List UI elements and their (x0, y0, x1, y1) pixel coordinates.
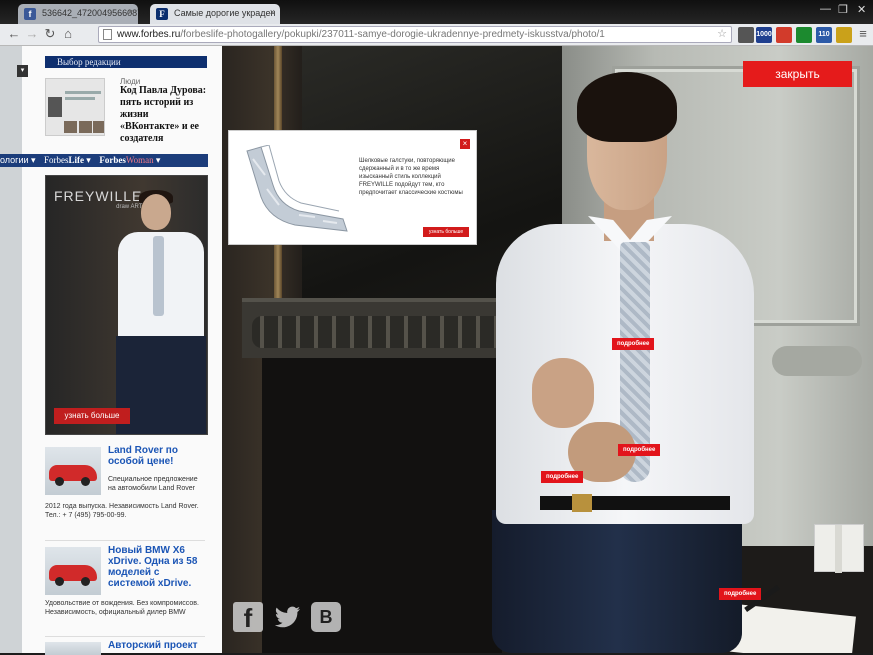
land-rover-promo[interactable]: Land Rover по особой цене! Специальное п… (45, 445, 208, 535)
dropdown-icon[interactable]: ▾ (17, 65, 28, 77)
promo-image (45, 642, 101, 655)
tab-label: 536642_4720049566087599 (42, 8, 138, 18)
page-icon (103, 29, 112, 40)
extension-icon[interactable]: 110 (816, 27, 832, 43)
nav-forbes-life[interactable]: ForbesLife ▾ (44, 155, 91, 165)
close-tab-icon[interactable]: × (128, 7, 133, 17)
forbes-icon: F (156, 8, 168, 20)
freywille-ad-banner[interactable]: FREYWILLE draw ART узнать больше (45, 175, 208, 435)
divider (45, 636, 205, 637)
silk-tie-image (246, 145, 348, 232)
home-icon[interactable]: ⌂ (60, 26, 76, 42)
facebook-icon: f (24, 8, 36, 20)
hotspot-pen-details[interactable]: подробнее (719, 588, 762, 600)
maximize-icon[interactable]: ❐ (838, 3, 848, 16)
extension-icon[interactable]: 1000 (756, 27, 772, 43)
divider (45, 540, 205, 541)
promo-title[interactable]: Авторский проект (108, 640, 208, 651)
promo-description: Удовольствие от вождения. Без компромисс… (45, 600, 199, 616)
url-path: /forbeslife-photogallery/pokupki/237011-… (180, 29, 605, 40)
tab-forbes[interactable]: F Самые дорогие украден × (150, 4, 280, 24)
hotspot-belt-details[interactable]: подробнее (541, 471, 584, 483)
browser-toolbar: ← → ↻ ⌂ www.forbes.ru/forbeslife-photoga… (0, 24, 873, 46)
page-edge (0, 46, 22, 653)
hotspot-tie-details[interactable]: подробнее (612, 338, 655, 350)
address-bar[interactable]: www.forbes.ru/forbeslife-photogallery/po… (98, 26, 732, 43)
tab-facebook-image[interactable]: f 536642_4720049566087599 × (18, 4, 138, 24)
bmw-promo[interactable]: Новый BMW X6 xDrive. Одна из 58 моделей … (45, 545, 208, 635)
promo-title[interactable]: Land Rover по особой цене! (108, 445, 208, 467)
promo-description: 2012 года выпуска. Независимость Land Ro… (45, 503, 199, 519)
extension-icon[interactable] (796, 27, 812, 43)
model-figure (492, 66, 792, 653)
nav-forbes-woman[interactable]: ForbesWoman ▾ (99, 155, 160, 165)
extension-icon[interactable] (836, 27, 852, 43)
minimize-icon[interactable]: — (820, 3, 831, 15)
popup-learn-more-button[interactable]: узнать больше (423, 227, 469, 237)
product-popup: Шелковые галстуки, повторяющие сдержанны… (228, 130, 477, 245)
twitter-share-icon[interactable] (272, 602, 302, 632)
close-tab-icon[interactable]: × (270, 7, 275, 17)
car-image (45, 447, 101, 495)
vk-share-icon[interactable]: B (311, 602, 341, 632)
nav-item[interactable]: ологии ▾ (0, 155, 36, 165)
browser-tab-bar: f 536642_4720049566087599 × F Самые доро… (0, 0, 873, 24)
hotspot-cufflink-details[interactable]: подробнее (618, 444, 661, 456)
car-image (45, 547, 101, 595)
promo-title[interactable]: Новый BMW X6 xDrive. Одна из 58 моделей … (108, 545, 208, 589)
extension-lock-icon[interactable] (738, 27, 754, 43)
editor-pick-heading: Выбор редакции (45, 56, 207, 68)
close-window-icon[interactable]: ✕ (857, 3, 866, 16)
promo-description: Специальное предложение на автомобили La… (108, 476, 198, 492)
gift-box (814, 524, 864, 573)
menu-icon[interactable]: ≡ (855, 26, 871, 42)
close-gallery-button[interactable]: закрыть (743, 61, 852, 87)
bookmark-star-icon[interactable]: ☆ (717, 27, 727, 42)
forward-icon[interactable]: → (24, 26, 40, 42)
back-icon[interactable]: ← (6, 26, 22, 42)
popup-description: Шелковые галстуки, повторяющие сдержанны… (359, 158, 463, 196)
ad-model-photo (116, 186, 206, 434)
section-nav: ологии ▾ ForbesLife ▾ ForbesWoman ▾ (0, 154, 208, 167)
extension-icon[interactable] (776, 27, 792, 43)
ad-learn-more-button[interactable]: узнать больше (54, 408, 130, 424)
reload-icon[interactable]: ↻ (42, 26, 58, 42)
tab-label: Самые дорогие украден (174, 8, 276, 18)
article-thumbnail[interactable] (45, 78, 105, 136)
article-title-link[interactable]: Код Павла Дурова: пять историй из жизни … (120, 85, 210, 145)
facebook-share-icon[interactable]: f (233, 602, 263, 633)
popup-close-icon[interactable]: × (460, 139, 470, 149)
url-host: www.forbes.ru (117, 29, 181, 40)
author-project-promo[interactable]: Авторский проект (45, 640, 208, 655)
